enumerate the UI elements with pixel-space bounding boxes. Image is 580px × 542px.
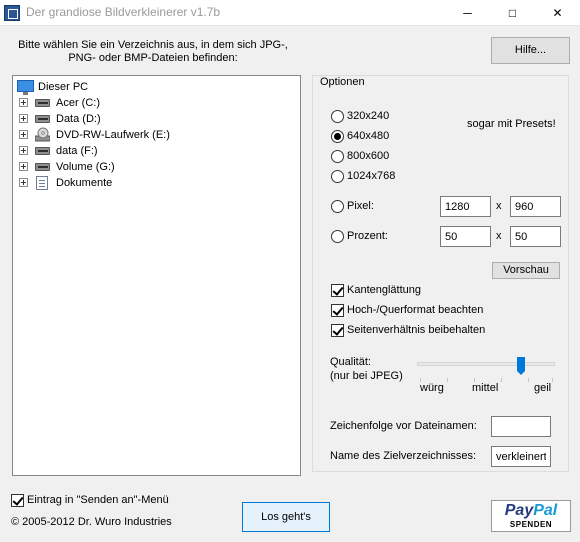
tree-item-label: data (F:) xyxy=(56,145,98,157)
document-icon xyxy=(36,176,48,190)
instruction-line-1: Bitte wählen Sie ein Verzeichnis aus, in… xyxy=(18,39,288,51)
radio-label: 640x480 xyxy=(347,130,390,142)
presets-note: sogar mit Presets! xyxy=(467,118,556,130)
tree-item-label: Dieser PC xyxy=(38,81,89,93)
quality-slider-thumb[interactable] xyxy=(516,357,525,375)
prefix-label: Zeichenfolge vor Dateinamen: xyxy=(330,420,477,432)
tree-item-label: Acer (C:) xyxy=(56,97,100,109)
expand-icon[interactable] xyxy=(19,162,28,171)
radio-percent[interactable] xyxy=(331,230,344,243)
pixel-separator: x xyxy=(496,200,502,212)
computer-icon xyxy=(17,80,34,95)
checkbox-label: Hoch-/Querformat beachten xyxy=(347,304,484,316)
radio-label: 320x240 xyxy=(347,110,390,122)
target-dir-label: Name des Zielverzeichnisses: xyxy=(330,450,477,462)
percent-separator: x xyxy=(496,230,502,242)
title-bar: Der grandiose Bildverkleinerer v1.7b ─ □… xyxy=(0,0,580,26)
slider-tick xyxy=(501,378,502,382)
instruction-line-2: PNG- oder BMP-Dateien befinden: xyxy=(68,52,238,64)
help-button[interactable]: Hilfe... xyxy=(491,37,570,64)
slider-tick xyxy=(447,378,448,382)
expand-icon[interactable] xyxy=(19,146,28,155)
checkbox[interactable] xyxy=(331,324,344,337)
copyright-text: © 2005-2012 Dr. Wuro Industries xyxy=(11,516,172,528)
radio-label: 1024x768 xyxy=(347,170,396,182)
checkbox-label: Eintrag in "Senden an"-Menü xyxy=(27,494,169,506)
tree-item-label: Volume (G:) xyxy=(56,161,115,173)
quality-mid-label: mittel xyxy=(472,382,499,394)
quality-high-label: geil xyxy=(534,382,552,394)
percent-height-input[interactable] xyxy=(510,226,561,247)
tree-item-dokumente[interactable]: Dokumente xyxy=(19,175,219,191)
paypal-donate-label: SPENDEN xyxy=(509,520,553,529)
expand-icon[interactable] xyxy=(19,178,28,187)
tree-item-acer[interactable]: Acer (C:) xyxy=(19,95,219,111)
drive-icon xyxy=(35,147,50,155)
checkbox[interactable] xyxy=(331,284,344,297)
checkbox[interactable] xyxy=(331,304,344,317)
quality-label: Qualität: xyxy=(330,356,371,368)
options-group-title: Optionen xyxy=(318,76,367,88)
expand-icon[interactable] xyxy=(19,130,28,139)
tree-item-dvd[interactable]: DVD-RW-Laufwerk (E:) xyxy=(19,127,219,143)
drive-icon xyxy=(35,163,50,171)
radio-button[interactable] xyxy=(331,110,344,123)
tree-item-label: Dokumente xyxy=(56,177,113,189)
pixel-height-input[interactable] xyxy=(510,196,561,217)
dvd-icon xyxy=(35,127,50,142)
instruction-text: Bitte wählen Sie ein Verzeichnis aus, in… xyxy=(18,39,288,65)
drive-icon xyxy=(35,115,50,123)
preview-button[interactable]: Vorschau xyxy=(492,262,560,279)
slider-tick xyxy=(528,378,529,382)
expand-icon[interactable] xyxy=(19,114,28,123)
radio-button[interactable] xyxy=(331,170,344,183)
radio-label: 800x600 xyxy=(347,150,390,162)
radio-pixel[interactable] xyxy=(331,200,344,213)
drive-icon xyxy=(35,99,50,107)
prefix-input[interactable] xyxy=(491,416,551,437)
quality-slider-track[interactable] xyxy=(417,362,555,366)
tree-item-this-pc[interactable]: Dieser PC xyxy=(17,79,137,95)
app-icon xyxy=(4,5,20,21)
expand-icon[interactable] xyxy=(19,98,28,107)
percent-label: Prozent: xyxy=(347,230,388,242)
tree-item-label: Data (D:) xyxy=(56,113,101,125)
percent-width-input[interactable] xyxy=(440,226,491,247)
radio-button[interactable] xyxy=(331,150,344,163)
pixel-width-input[interactable] xyxy=(440,196,491,217)
minimize-button[interactable]: ─ xyxy=(445,0,490,26)
radio-button[interactable] xyxy=(331,130,344,143)
tree-item-label: DVD-RW-Laufwerk (E:) xyxy=(56,129,170,141)
paypal-donate-button[interactable]: PayPal SPENDEN xyxy=(491,500,571,532)
target-dir-input[interactable] xyxy=(491,446,551,467)
maximize-button[interactable]: □ xyxy=(490,0,535,26)
checkbox-label: Seitenverhältnis beibehalten xyxy=(347,324,486,336)
checkbox-label: Kantenglättung xyxy=(347,284,422,296)
close-button[interactable]: ✕ xyxy=(535,0,580,26)
folder-tree[interactable]: Dieser PC Acer (C:) Data (D:) DVD-RW-Lau… xyxy=(12,75,301,476)
tree-item-data-f[interactable]: data (F:) xyxy=(19,143,219,159)
paypal-logo: PayPal xyxy=(504,502,558,519)
checkbox[interactable] xyxy=(11,494,24,507)
window-title: Der grandiose Bildverkleinerer v1.7b xyxy=(26,5,221,19)
pixel-label: Pixel: xyxy=(347,200,374,212)
start-button[interactable]: Los geht's xyxy=(242,502,330,532)
quality-low-label: würg xyxy=(420,382,444,394)
tree-item-volume-g[interactable]: Volume (G:) xyxy=(19,159,219,175)
tree-item-data-d[interactable]: Data (D:) xyxy=(19,111,219,127)
slider-tick xyxy=(552,378,553,382)
quality-sublabel: (nur bei JPEG) xyxy=(330,370,403,382)
